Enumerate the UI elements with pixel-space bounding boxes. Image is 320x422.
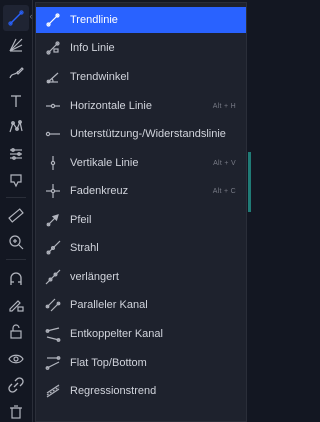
menu-item-verlaengert[interactable]: verlängert — [36, 264, 246, 290]
menu-item-label: Entkoppelter Kanal — [70, 328, 163, 340]
vertical-line-icon — [36, 150, 70, 176]
menu-item-shortcut: Alt + V — [213, 159, 236, 167]
chart-edge-indicator — [248, 152, 251, 212]
menu-item-label: Paralleler Kanal — [70, 299, 148, 311]
info-line-icon — [36, 35, 70, 61]
menu-item-trendlinie[interactable]: Trendlinie — [36, 7, 246, 33]
arrow-icon — [36, 207, 70, 233]
pattern-tool-icon[interactable] — [3, 114, 29, 140]
text-tool-icon[interactable] — [3, 88, 29, 114]
prediction-tool-icon[interactable] — [3, 141, 29, 167]
ruler-tool-icon[interactable] — [3, 202, 29, 228]
left-toolbar: ‹ — [0, 0, 33, 422]
menu-item-label: Vertikale Linie — [70, 157, 139, 169]
menu-item-label: Info Linie — [70, 42, 115, 54]
trash-icon[interactable] — [3, 399, 29, 422]
menu-item-label: Unterstützung-/Widerstandslinie — [70, 128, 226, 140]
menu-item-strahl[interactable]: Strahl — [36, 235, 246, 261]
pencil-lock-icon[interactable] — [3, 292, 29, 318]
regression-trend-icon — [36, 378, 70, 404]
parallel-channel-icon — [36, 292, 70, 318]
menu-item-label: verlängert — [70, 271, 119, 283]
menu-item-pfeil[interactable]: Pfeil — [36, 207, 246, 233]
menu-item-label: Horizontale Linie — [70, 100, 152, 112]
zoom-in-icon[interactable] — [3, 229, 29, 255]
ray-icon — [36, 235, 70, 261]
menu-item-label: Fadenkreuz — [70, 185, 129, 197]
gann-fib-tool-icon[interactable] — [3, 32, 29, 58]
extended-line-icon — [36, 264, 70, 290]
menu-item-shortcut: Alt + H — [212, 102, 236, 110]
eye-icon[interactable] — [3, 346, 29, 372]
trendline-icon — [36, 7, 70, 33]
support-resistance-line-icon — [36, 121, 70, 147]
menu-item-label: Pfeil — [70, 214, 92, 226]
toolbar-divider — [6, 259, 26, 260]
trend-angle-icon — [36, 64, 70, 90]
menu-item-paralleler-kanal[interactable]: Paralleler Kanal — [36, 292, 246, 318]
flat-top-bottom-icon — [36, 350, 70, 376]
drawing-tools-panel: ‹ Trendlinie Info Linie Trendwinkel Hori… — [0, 0, 251, 422]
menu-item-shortcut: Alt + C — [212, 187, 236, 195]
menu-item-label: Regressionstrend — [70, 385, 157, 397]
menu-item-label: Flat Top/Bottom — [70, 357, 147, 369]
menu-item-label: Strahl — [70, 242, 99, 254]
menu-item-flat-top-bottom[interactable]: Flat Top/Bottom — [36, 350, 246, 376]
menu-item-label: Trendlinie — [70, 14, 118, 26]
brush-tool-icon[interactable] — [3, 60, 29, 86]
expand-tools-arrow-icon[interactable]: ‹ — [28, 10, 34, 22]
menu-item-info-linie[interactable]: Info Linie — [36, 35, 246, 61]
menu-item-unterstuetzung-widerstandslinie[interactable]: Unterstützung-/Widerstandslinie — [36, 121, 246, 147]
magnet-icon[interactable] — [3, 266, 29, 292]
menu-item-fadenkreuz[interactable]: Fadenkreuz Alt + C — [36, 178, 246, 204]
horizontal-line-icon — [36, 93, 70, 119]
line-tools-menu: Trendlinie Info Linie Trendwinkel Horizo… — [35, 2, 247, 422]
menu-item-regressionstrend[interactable]: Regressionstrend — [36, 378, 246, 404]
toolbar-divider — [6, 197, 26, 198]
menu-item-entkoppelter-kanal[interactable]: Entkoppelter Kanal — [36, 321, 246, 347]
menu-item-vertikale-linie[interactable]: Vertikale Linie Alt + V — [36, 150, 246, 176]
link-icon[interactable] — [3, 372, 29, 398]
disjoint-channel-icon — [36, 321, 70, 347]
crosshair-icon — [36, 178, 70, 204]
menu-item-trendwinkel[interactable]: Trendwinkel — [36, 64, 246, 90]
shapes-tool-icon[interactable] — [3, 167, 29, 193]
menu-item-horizontale-linie[interactable]: Horizontale Linie Alt + H — [36, 93, 246, 119]
lock-icon[interactable] — [3, 319, 29, 345]
trendline-tool-icon[interactable] — [3, 5, 29, 31]
menu-item-label: Trendwinkel — [70, 71, 129, 83]
